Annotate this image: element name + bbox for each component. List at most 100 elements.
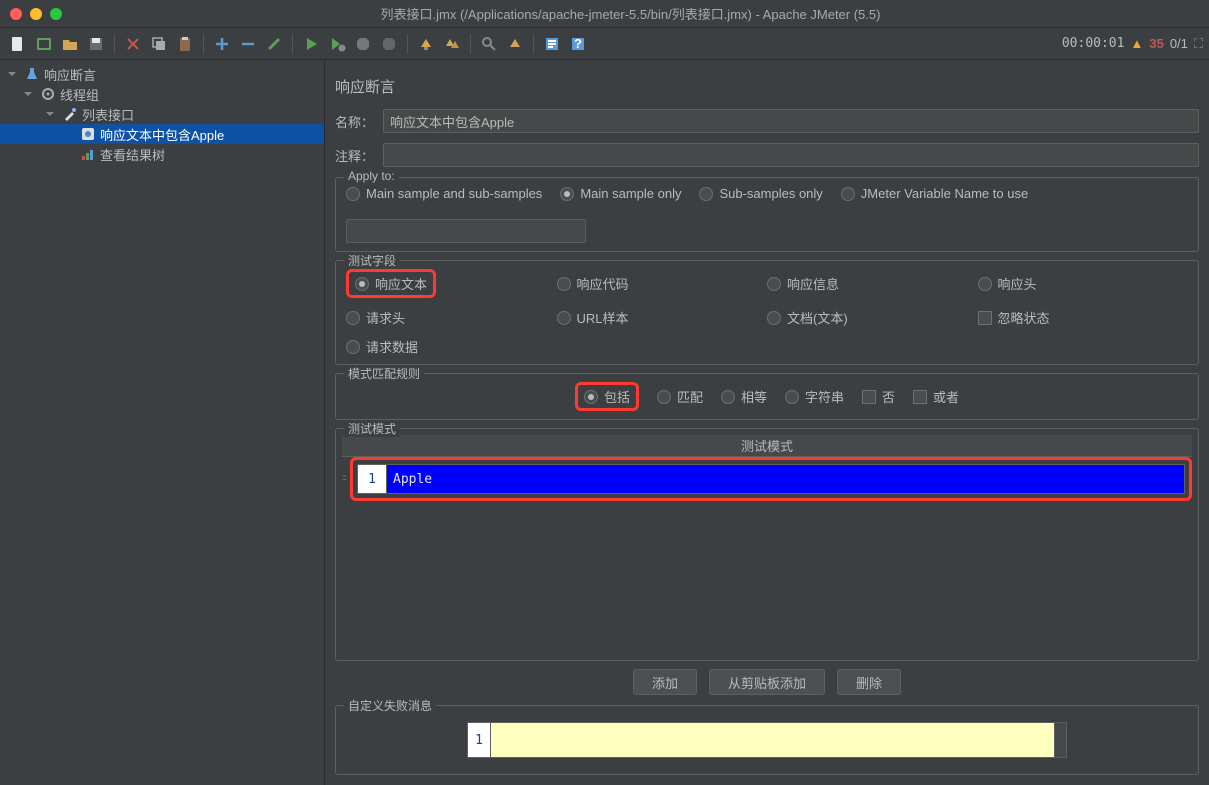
reset-search-icon[interactable] bbox=[503, 32, 527, 56]
run-icon[interactable] bbox=[299, 32, 323, 56]
comment-label: 注释： bbox=[335, 146, 375, 165]
radio-label: 响应文本 bbox=[375, 274, 427, 293]
row-number: 1 bbox=[467, 722, 491, 758]
name-label: 名称： bbox=[335, 112, 375, 131]
field-url[interactable]: URL样本 bbox=[557, 308, 768, 327]
chevron-down-icon[interactable] bbox=[22, 88, 34, 100]
tree-label: 查看结果树 bbox=[100, 145, 165, 164]
save-icon[interactable] bbox=[84, 32, 108, 56]
failure-message-cell[interactable] bbox=[491, 722, 1055, 758]
add-button[interactable]: 添加 bbox=[633, 669, 697, 695]
delete-button[interactable]: 删除 bbox=[837, 669, 901, 695]
apply-to-legend: Apply to: bbox=[344, 169, 399, 183]
expand-icon[interactable] bbox=[210, 32, 234, 56]
patterns-header: 测试模式 bbox=[342, 435, 1192, 457]
field-request-data[interactable]: 请求数据 bbox=[346, 337, 557, 356]
chevron-down-icon[interactable] bbox=[44, 108, 56, 120]
jmeter-var-input[interactable] bbox=[346, 219, 586, 243]
chevron-down-icon[interactable] bbox=[6, 68, 18, 80]
assertion-icon bbox=[80, 126, 96, 142]
maximize-icon[interactable] bbox=[50, 8, 62, 20]
tree-node-assertion-root[interactable]: 响应断言 bbox=[0, 64, 324, 84]
pattern-row-1[interactable]: 1 Apple bbox=[357, 464, 1185, 494]
cut-icon[interactable] bbox=[121, 32, 145, 56]
field-response-text[interactable]: 响应文本 bbox=[346, 269, 436, 298]
warning-icon[interactable]: ▲ bbox=[1130, 36, 1143, 51]
collapse-icon[interactable] bbox=[236, 32, 260, 56]
rule-not-checkbox[interactable]: 否 bbox=[862, 387, 895, 406]
shutdown-icon[interactable] bbox=[377, 32, 401, 56]
copy-icon[interactable] bbox=[147, 32, 171, 56]
close-icon[interactable] bbox=[10, 8, 22, 20]
clear-icon[interactable] bbox=[414, 32, 438, 56]
rule-or-checkbox[interactable]: 或者 bbox=[913, 387, 959, 406]
paste-icon[interactable] bbox=[173, 32, 197, 56]
error-count: 35 bbox=[1149, 36, 1163, 51]
tree-node-thread-group[interactable]: 线程组 bbox=[0, 84, 324, 104]
clear-all-icon[interactable] bbox=[440, 32, 464, 56]
field-response-code[interactable]: 响应代码 bbox=[557, 269, 768, 298]
apply-jmeter-var[interactable]: JMeter Variable Name to use bbox=[841, 186, 1028, 201]
gear-icon bbox=[40, 86, 56, 102]
checkbox-label: 忽略状态 bbox=[998, 308, 1050, 327]
rule-contains[interactable]: 包括 bbox=[575, 382, 639, 411]
toolbar-divider bbox=[203, 34, 204, 54]
rule-substring[interactable]: 字符串 bbox=[785, 387, 844, 406]
tree-node-sampler[interactable]: 列表接口 bbox=[0, 104, 324, 124]
window-controls bbox=[10, 8, 62, 20]
field-document[interactable]: 文档(文本) bbox=[767, 308, 978, 327]
patterns-legend: 测试模式 bbox=[344, 420, 400, 437]
test-field-legend: 测试字段 bbox=[344, 252, 400, 269]
apply-main-only[interactable]: Main sample only bbox=[560, 186, 681, 201]
test-plan-tree[interactable]: 响应断言 线程组 列表接口 响应文本中包含Apple 查看结果树 bbox=[0, 60, 325, 785]
expand-indicator-icon[interactable]: ⛶ bbox=[1194, 36, 1203, 52]
new-icon[interactable] bbox=[6, 32, 30, 56]
rule-match[interactable]: 匹配 bbox=[657, 387, 703, 406]
comment-input[interactable] bbox=[383, 143, 1199, 167]
svg-text:?: ? bbox=[574, 36, 582, 51]
matching-rules-legend: 模式匹配规则 bbox=[344, 365, 424, 382]
stop-icon[interactable] bbox=[351, 32, 375, 56]
toolbar-divider bbox=[470, 34, 471, 54]
window-title: 列表接口.jmx (/Applications/apache-jmeter-5.… bbox=[62, 4, 1199, 23]
thread-ratio: 0/1 bbox=[1170, 36, 1188, 51]
failure-message-legend: 自定义失败消息 bbox=[344, 697, 436, 714]
radio-label: 字符串 bbox=[805, 387, 844, 406]
minimize-icon[interactable] bbox=[30, 8, 42, 20]
field-response-message[interactable]: 响应信息 bbox=[767, 269, 978, 298]
tree-node-results[interactable]: 查看结果树 bbox=[0, 144, 324, 164]
toggle-icon[interactable] bbox=[262, 32, 286, 56]
ignore-status-checkbox[interactable]: 忽略状态 bbox=[978, 308, 1189, 327]
radio-label: JMeter Variable Name to use bbox=[861, 186, 1028, 201]
help-icon[interactable]: ? bbox=[566, 32, 590, 56]
tree-node-assertion-selected[interactable]: 响应文本中包含Apple bbox=[0, 124, 324, 144]
function-helper-icon[interactable] bbox=[540, 32, 564, 56]
apply-sub-only[interactable]: Sub-samples only bbox=[699, 186, 822, 201]
toolbar-divider bbox=[533, 34, 534, 54]
field-response-headers[interactable]: 响应头 bbox=[978, 269, 1189, 298]
radio-label: 包括 bbox=[604, 387, 630, 406]
toolbar-divider bbox=[114, 34, 115, 54]
pattern-value[interactable]: Apple bbox=[387, 464, 1185, 494]
templates-icon[interactable] bbox=[32, 32, 56, 56]
add-from-clipboard-button[interactable]: 从剪贴板添加 bbox=[709, 669, 825, 695]
failure-message-fieldset: 自定义失败消息 1 bbox=[335, 705, 1199, 775]
table-grip[interactable]: ::: bbox=[342, 457, 350, 501]
radio-label: 请求数据 bbox=[366, 337, 418, 356]
run-notimer-icon[interactable] bbox=[325, 32, 349, 56]
rule-equals[interactable]: 相等 bbox=[721, 387, 767, 406]
open-icon[interactable] bbox=[58, 32, 82, 56]
elapsed-timer: 00:00:01 bbox=[1062, 36, 1125, 51]
failure-message-table[interactable]: 1 bbox=[467, 722, 1067, 758]
radio-label: 相等 bbox=[741, 387, 767, 406]
search-icon[interactable] bbox=[477, 32, 501, 56]
name-input[interactable] bbox=[383, 109, 1199, 133]
radio-label: 匹配 bbox=[677, 387, 703, 406]
radio-label: 响应代码 bbox=[577, 274, 629, 293]
flask-icon bbox=[24, 66, 40, 82]
panel-heading: 响应断言 bbox=[335, 76, 1199, 97]
field-request-headers[interactable]: 请求头 bbox=[346, 308, 557, 327]
radio-label: Sub-samples only bbox=[719, 186, 822, 201]
patterns-fieldset: 测试模式 测试模式 ::: 1 Apple bbox=[335, 428, 1199, 661]
apply-main-and-sub[interactable]: Main sample and sub-samples bbox=[346, 186, 542, 201]
